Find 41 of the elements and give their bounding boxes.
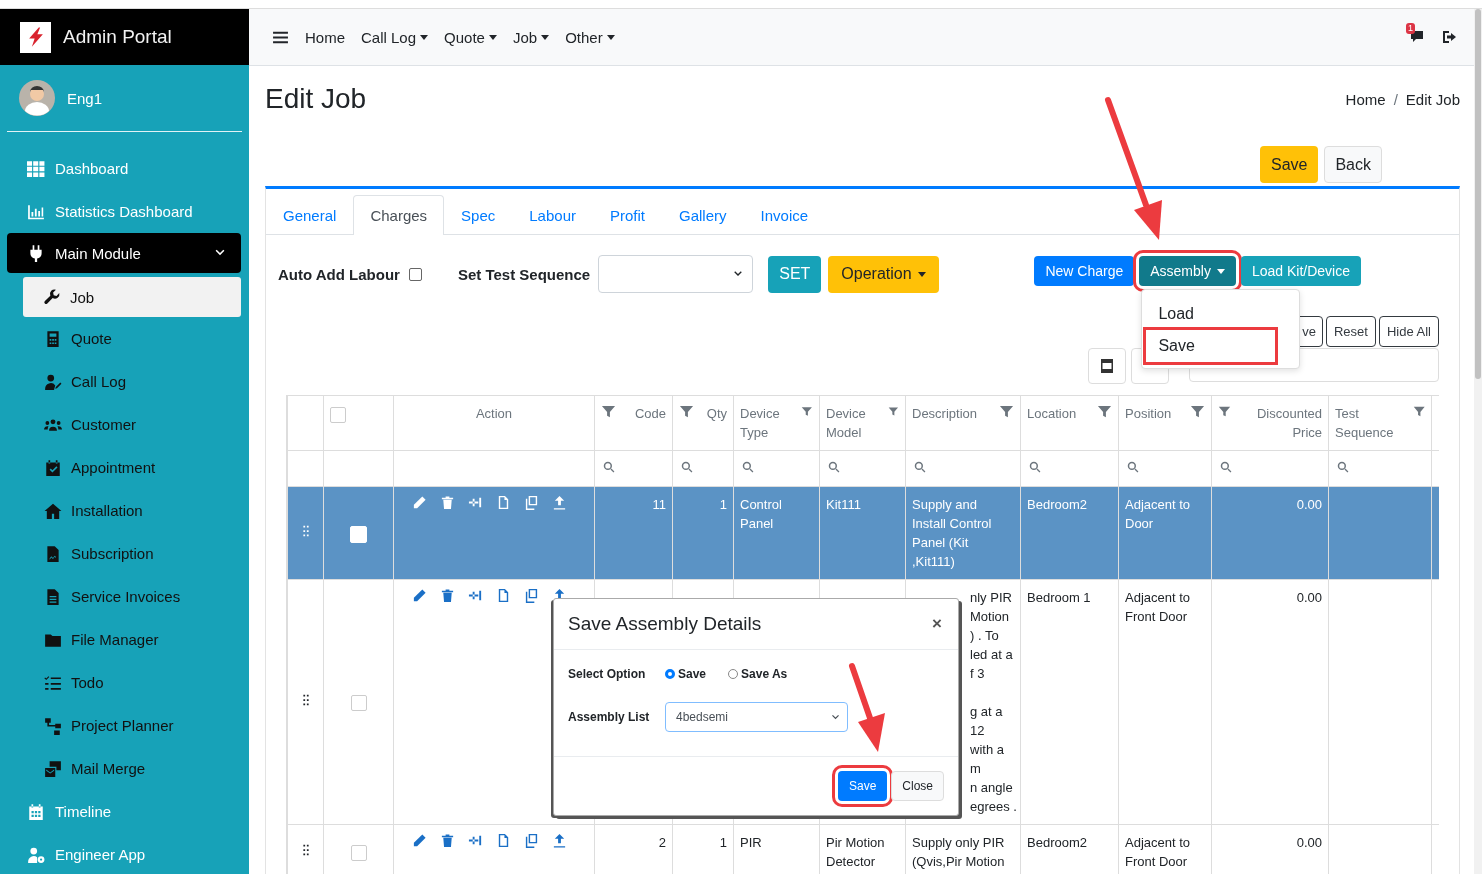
breadcrumb-item: Edit Job [1405, 90, 1460, 108]
field-label: Auto Add Labour [278, 265, 400, 283]
table-cell: Control Panel [740, 497, 782, 531]
table-cell-text: 12 [970, 722, 985, 740]
table-cell: 2 [658, 835, 666, 850]
table-cell: Adjacent to Door [1125, 497, 1191, 531]
table-cell: 11 [652, 497, 666, 512]
field-label: Select Option [568, 667, 647, 681]
table-cell: 0.00 [1296, 835, 1322, 850]
page-title: Edit Job [265, 83, 368, 115]
notification-badge: 1 [1406, 23, 1415, 34]
table-cell: Adjacent to Front Door [1125, 590, 1191, 624]
table-cell: 0.00 [1296, 590, 1322, 605]
table-cell: Adjacent to Front Door [1125, 835, 1191, 869]
table-cell-text: Motion [970, 608, 1010, 626]
table-cell-text: g at a [970, 703, 1003, 721]
table-cell-text: m [970, 760, 981, 778]
table-cell-text: n angle [970, 779, 1013, 797]
table-cell-text: ) . To [970, 627, 999, 645]
field-label: Assembly List [568, 710, 651, 724]
table-cell-text: led at a [970, 646, 1013, 664]
table-cell: Pir Motion Detector [826, 835, 885, 869]
table-cell: Bedroom2 [1027, 835, 1087, 850]
table-cell: 1 [719, 835, 727, 850]
modal-title: Save Assembly Details [568, 613, 762, 635]
table-cell-text: egrees . [970, 798, 1017, 816]
table-cell: 0.00 [1296, 497, 1322, 512]
table-cell: Supply and Install Control Panel (Kit ,Kit111) [912, 497, 992, 569]
field-label: Set Test Sequence [457, 265, 591, 283]
table-cell: Bedroom 1 [1027, 590, 1091, 605]
user-name: Eng1 [67, 89, 103, 107]
table-cell-text: with a [970, 741, 1004, 759]
table-cell: Bedroom2 [1027, 497, 1087, 512]
breadcrumb-separator: / [1393, 90, 1398, 108]
table-cell: Kit111 [826, 497, 861, 512]
table-cell: PIR [740, 835, 762, 850]
table-cell-text: nly PIR [970, 589, 1012, 607]
table-cell: 1 [719, 497, 727, 512]
table-cell: Supply only PIR (Qvis,Pir Motion [912, 835, 1005, 869]
table-cell-text: f 3 [970, 665, 985, 683]
brand-title: Admin Portal [63, 26, 172, 48]
